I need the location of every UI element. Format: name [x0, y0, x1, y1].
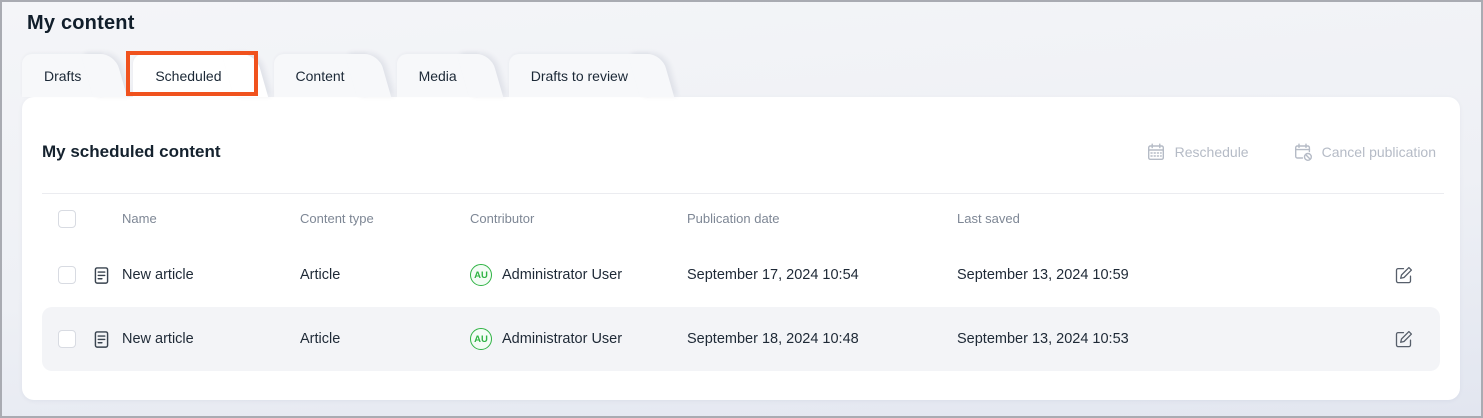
row-last-saved: September 13, 2024 10:53 [957, 331, 1384, 347]
reschedule-label: Reschedule [1175, 144, 1249, 160]
row-checkbox[interactable] [58, 330, 76, 348]
tab-label: Drafts [44, 68, 81, 84]
reschedule-button[interactable]: Reschedule [1146, 142, 1249, 162]
article-icon [92, 330, 122, 349]
toolbar: Reschedule Cancel publication [1146, 142, 1436, 162]
tab-scheduled[interactable]: Scheduled [133, 54, 239, 97]
row-publication-date: September 17, 2024 10:54 [687, 267, 957, 283]
panel-heading: My scheduled content [42, 142, 221, 162]
column-header-publication-date: Publication date [687, 211, 957, 226]
tab-label: Media [419, 68, 457, 84]
tab-label: Content [296, 68, 345, 84]
tab-drafts[interactable]: Drafts [22, 54, 99, 97]
column-header-last-saved: Last saved [957, 211, 1384, 226]
page-title: My content [27, 12, 135, 35]
tab-content[interactable]: Content [274, 54, 363, 97]
tab-label: Drafts to review [531, 68, 628, 84]
cancel-publication-button[interactable]: Cancel publication [1293, 142, 1436, 162]
table-row[interactable]: New article Article AU Administrator Use… [42, 307, 1440, 371]
contributor-avatar: AU [470, 264, 492, 286]
contributor-name: Administrator User [502, 267, 622, 283]
tab-label: Scheduled [155, 68, 221, 84]
column-header-content-type: Content type [300, 211, 470, 226]
contributor-avatar: AU [470, 328, 492, 350]
tab-media[interactable]: Media [397, 54, 475, 97]
scheduled-content-table: Name Content type Contributor Publicatio… [42, 194, 1440, 371]
row-content-type: Article [300, 331, 470, 347]
select-all-checkbox[interactable] [58, 210, 76, 228]
row-content-type: Article [300, 267, 470, 283]
row-name: New article [122, 331, 300, 347]
table-header-row: Name Content type Contributor Publicatio… [42, 194, 1440, 243]
scheduled-content-panel: My scheduled content Reschedule [22, 97, 1460, 400]
column-header-contributor: Contributor [470, 211, 687, 226]
tab-bar: Drafts Scheduled Content Media Drafts to… [22, 54, 680, 97]
cancel-publication-label: Cancel publication [1322, 144, 1436, 160]
contributor-name: Administrator User [502, 331, 622, 347]
article-icon [92, 266, 122, 285]
tab-drafts-to-review[interactable]: Drafts to review [509, 54, 646, 97]
edit-button[interactable] [1392, 263, 1416, 287]
table-row[interactable]: New article Article AU Administrator Use… [42, 243, 1440, 307]
row-publication-date: September 18, 2024 10:48 [687, 331, 957, 347]
row-checkbox[interactable] [58, 266, 76, 284]
panel-header: My scheduled content Reschedule [22, 97, 1460, 193]
table-body: New article Article AU Administrator Use… [42, 243, 1440, 371]
calendar-cancel-icon [1293, 142, 1313, 162]
row-last-saved: September 13, 2024 10:59 [957, 267, 1384, 283]
calendar-icon [1146, 142, 1166, 162]
row-name: New article [122, 267, 300, 283]
column-header-name: Name [122, 211, 300, 226]
edit-button[interactable] [1392, 327, 1416, 351]
